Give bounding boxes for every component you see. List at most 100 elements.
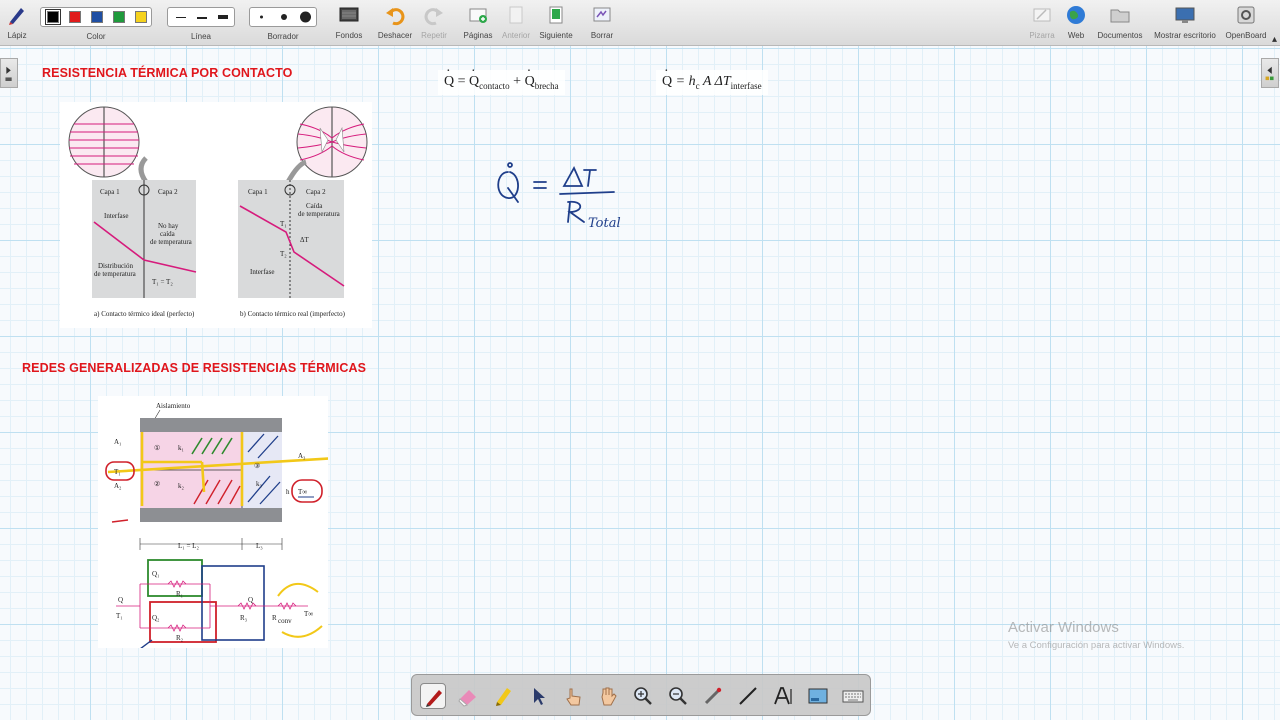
expand-toolbar-icon[interactable]: ▴: [1272, 34, 1277, 45]
previous-page-icon: [509, 6, 523, 24]
dock-pan-button[interactable]: [595, 683, 621, 709]
backgrounds-button[interactable]: Fondos: [325, 4, 373, 44]
a3-label: A₃: [298, 452, 306, 460]
real-contact-magnified-circle: [296, 106, 368, 178]
pen-icon: [426, 690, 442, 707]
dock-zoom-out-button[interactable]: [665, 683, 691, 709]
r3-label: R₃: [240, 614, 248, 622]
temperature-label-b: de temperatura: [298, 210, 341, 218]
left-panel-toggle[interactable]: [0, 58, 18, 88]
hand-icon: [601, 687, 617, 706]
dock-text-button[interactable]: [770, 683, 796, 709]
documents-button[interactable]: Documentos: [1096, 4, 1144, 44]
rconv-label: R: [272, 614, 277, 622]
backgrounds-icon: [339, 7, 359, 22]
k3-label: k₃: [256, 480, 263, 488]
color-green-swatch[interactable]: [113, 11, 125, 23]
zoom-in-icon: [634, 687, 652, 705]
line-tool-icon: [739, 687, 757, 705]
dock-zoom-in-button[interactable]: [630, 683, 656, 709]
svg-text:Total: Total: [588, 216, 621, 231]
color-label: Color: [86, 32, 106, 41]
dock-interact-button[interactable]: [560, 683, 586, 709]
interface-label-b: Interfase: [250, 268, 274, 276]
insulation-label: Aislamiento: [156, 402, 191, 410]
a1-label: A₁: [114, 438, 122, 446]
undo-icon: [386, 8, 405, 26]
expand-right-icon: [1265, 66, 1274, 81]
dock-line-button[interactable]: [735, 683, 761, 709]
network-q-right-label: Q: [248, 596, 253, 604]
web-button[interactable]: Web: [1052, 4, 1100, 44]
next-page-label: Siguiente: [539, 31, 573, 40]
heat-transfer-sum-formula: Q = Qcontacto + Qbrecha: [438, 70, 565, 95]
dock-capture-button[interactable]: [805, 683, 831, 709]
t-equal-label: T₁ = T₂: [152, 278, 173, 286]
eraser-size-group: [249, 7, 317, 27]
right-panel-toggle[interactable]: [1261, 58, 1279, 88]
line-medium-option[interactable]: [197, 17, 207, 19]
redo-icon: [424, 8, 443, 26]
eraser-icon: [458, 690, 476, 707]
t2-label-b: T₂: [280, 250, 287, 258]
clear-button[interactable]: Borrar: [578, 4, 626, 44]
desktop-icon: [1175, 7, 1195, 23]
r1-label: R₁: [176, 590, 183, 598]
next-page-button[interactable]: Siguiente: [532, 4, 580, 44]
color-yellow-swatch[interactable]: [135, 11, 147, 23]
real-caption: b) Contacto térmico real (imperfecto): [240, 310, 346, 318]
line-label: Línea: [190, 32, 212, 41]
r2-label: R₂: [176, 634, 184, 642]
pointer-arrow-icon: [534, 688, 545, 705]
pen-icon: [9, 8, 24, 25]
color-blue-swatch[interactable]: [91, 11, 103, 23]
generalized-networks-heading: REDES GENERALIZADAS DE RESISTENCIAS TÉRM…: [22, 361, 367, 375]
settings-gear-icon: [1237, 6, 1255, 24]
tool-dock: [411, 674, 871, 716]
drop-label: caída: [160, 230, 176, 238]
ideal-caption: a) Contacto térmico ideal (perfecto): [94, 310, 195, 318]
redo-button[interactable]: Repetir: [410, 4, 458, 44]
dock-select-button[interactable]: [525, 683, 551, 709]
windows-activation-subtitle: Ve a Configuración para activar Windows.: [1008, 640, 1185, 651]
contact-resistance-heading: RESISTENCIA TÉRMICA POR CONTACTO: [42, 66, 293, 80]
backgrounds-label: Fondos: [335, 31, 363, 40]
openboard-menu-button[interactable]: OpenBoard: [1222, 4, 1270, 44]
handwritten-resistance-formula: Q = ΔT R Total: [497, 162, 621, 231]
whiteboard-canvas[interactable]: RESISTENCIA TÉRMICA POR CONTACTO REDES G…: [0, 46, 1280, 720]
network-t1-label: T₁: [116, 612, 123, 620]
t1-label-b: T₁: [280, 220, 287, 228]
eraser-small-option[interactable]: [260, 15, 263, 19]
region1-label: ①: [154, 444, 160, 452]
region3-label: ③: [254, 462, 260, 470]
thermal-network-figure: Aislamiento A₁ A₂ A₃ ① k₁ ② k₂ ③ k₃ T₁ h…: [98, 396, 348, 653]
dock-laser-button[interactable]: [700, 683, 726, 709]
region2-label: ②: [154, 480, 160, 488]
line-thin-option[interactable]: [176, 17, 186, 18]
dock-highlighter-button[interactable]: [490, 683, 516, 709]
color-red-swatch[interactable]: [69, 11, 81, 23]
line-thick-option[interactable]: [214, 10, 234, 26]
l3-label: L₃: [256, 542, 263, 550]
drop-label-b: Caída: [306, 202, 323, 210]
laser-pointer-icon: [704, 687, 722, 705]
network-tinf-label: T∞: [304, 610, 313, 618]
contact-resistance-figure: Capa 1 Capa 2 Interfase No hay caída de …: [60, 102, 372, 328]
color-black-swatch[interactable]: [45, 9, 61, 25]
pen-button[interactable]: Lápiz: [0, 4, 41, 44]
dock-keyboard-button[interactable]: [840, 683, 866, 709]
eraser-medium-option[interactable]: [281, 14, 287, 20]
openboard-label: OpenBoard: [1225, 31, 1267, 40]
delta-t-label: ΔT: [300, 236, 310, 244]
highlighter-icon: [496, 688, 511, 706]
folder-icon: [1110, 9, 1130, 23]
dock-pen-button[interactable]: [420, 683, 446, 709]
distribution-label: Distribución: [98, 262, 133, 270]
temperature-label: de temperatura: [150, 238, 193, 246]
rconv-sub-label: conv: [278, 617, 292, 625]
show-desktop-button[interactable]: Mostrar escritorio: [1150, 4, 1220, 44]
eraser-large-option[interactable]: [300, 11, 311, 23]
dock-eraser-button[interactable]: [455, 683, 481, 709]
layer2-label-b: Capa 2: [306, 188, 326, 196]
no-drop-label: No hay: [158, 222, 179, 230]
